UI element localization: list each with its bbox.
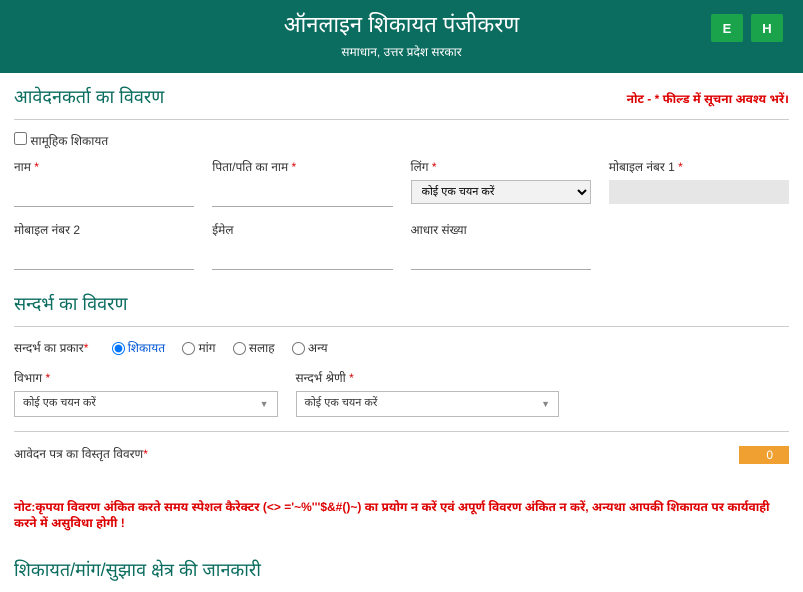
special-char-warning: नोट:कृपया विवरण अंकित करते समय स्पेशल कै…	[14, 470, 789, 546]
mandatory-note: नोट - * फील्ड में सूचना अवश्य भरें।	[627, 92, 789, 108]
page-title: ऑनलाइन शिकायत पंजीकरण	[20, 12, 783, 41]
name-label: नाम *	[14, 160, 194, 176]
lang-english-button[interactable]: E	[711, 14, 743, 42]
mobile2-input[interactable]	[14, 243, 194, 270]
gender-select[interactable]: कोई एक चयन करें	[411, 180, 591, 204]
mobile2-label: मोबाइल नंबर 2	[14, 223, 194, 239]
father-label: पिता/पति का नाम *	[212, 160, 392, 176]
reference-type-row: सन्दर्भ का प्रकार* शिकायत मांग सलाह अन्य	[14, 327, 789, 367]
radio-other[interactable]	[292, 342, 305, 355]
gender-label: लिंग *	[411, 160, 591, 176]
section-reference-details: सन्दर्भ का विवरण	[14, 280, 789, 327]
group-complaint-row: सामूहिक शिकायत	[14, 120, 789, 154]
mobile1-label: मोबाइल नंबर 1 *	[609, 160, 789, 176]
name-input[interactable]	[14, 180, 194, 207]
group-complaint-label: सामूहिक शिकायत	[30, 134, 108, 148]
email-input[interactable]	[212, 243, 392, 270]
chevron-down-icon: ▼	[541, 399, 550, 409]
aadhaar-input[interactable]	[411, 243, 591, 270]
section-applicant-details: आवेदनकर्ता का विवरण नोट - * फील्ड में सू…	[14, 73, 789, 120]
category-label: सन्दर्भ श्रेणी *	[296, 371, 560, 387]
language-switcher: E H	[711, 14, 783, 42]
mobile1-input	[609, 180, 789, 204]
department-label: विभाग *	[14, 371, 278, 387]
group-complaint-checkbox[interactable]	[14, 132, 27, 145]
section2-title-text: सन्दर्भ का विवरण	[14, 294, 127, 318]
aadhaar-label: आधार संख्या	[411, 223, 591, 239]
radio-advice[interactable]	[233, 342, 246, 355]
category-select[interactable]: कोई एक चयन करें ▼	[296, 391, 560, 417]
page-header: ऑनलाइन शिकायत पंजीकरण समाधान, उत्तर प्रद…	[0, 0, 803, 73]
father-input[interactable]	[212, 180, 392, 207]
radio-complaint[interactable]	[112, 342, 125, 355]
email-label: ईमेल	[212, 223, 392, 239]
department-select[interactable]: कोई एक चयन करें ▼	[14, 391, 278, 417]
detail-description-row: आवेदन पत्र का विस्तृत विवरण* 0	[14, 431, 789, 470]
char-count-badge: 0	[739, 446, 789, 464]
page-subtitle: समाधान, उत्तर प्रदेश सरकार	[20, 45, 783, 61]
lang-hindi-button[interactable]: H	[751, 14, 783, 42]
section-area-info: शिकायत/मांग/सुझाव क्षेत्र की जानकारी	[14, 546, 789, 592]
radio-demand[interactable]	[182, 342, 195, 355]
section-title-text: आवेदनकर्ता का विवरण	[14, 87, 164, 111]
reference-type-label: सन्दर्भ का प्रकार*	[14, 341, 88, 355]
detail-label: आवेदन पत्र का विस्तृत विवरण*	[14, 447, 148, 463]
chevron-down-icon: ▼	[260, 399, 269, 409]
section3-title-text: शिकायत/मांग/सुझाव क्षेत्र की जानकारी	[14, 560, 261, 584]
